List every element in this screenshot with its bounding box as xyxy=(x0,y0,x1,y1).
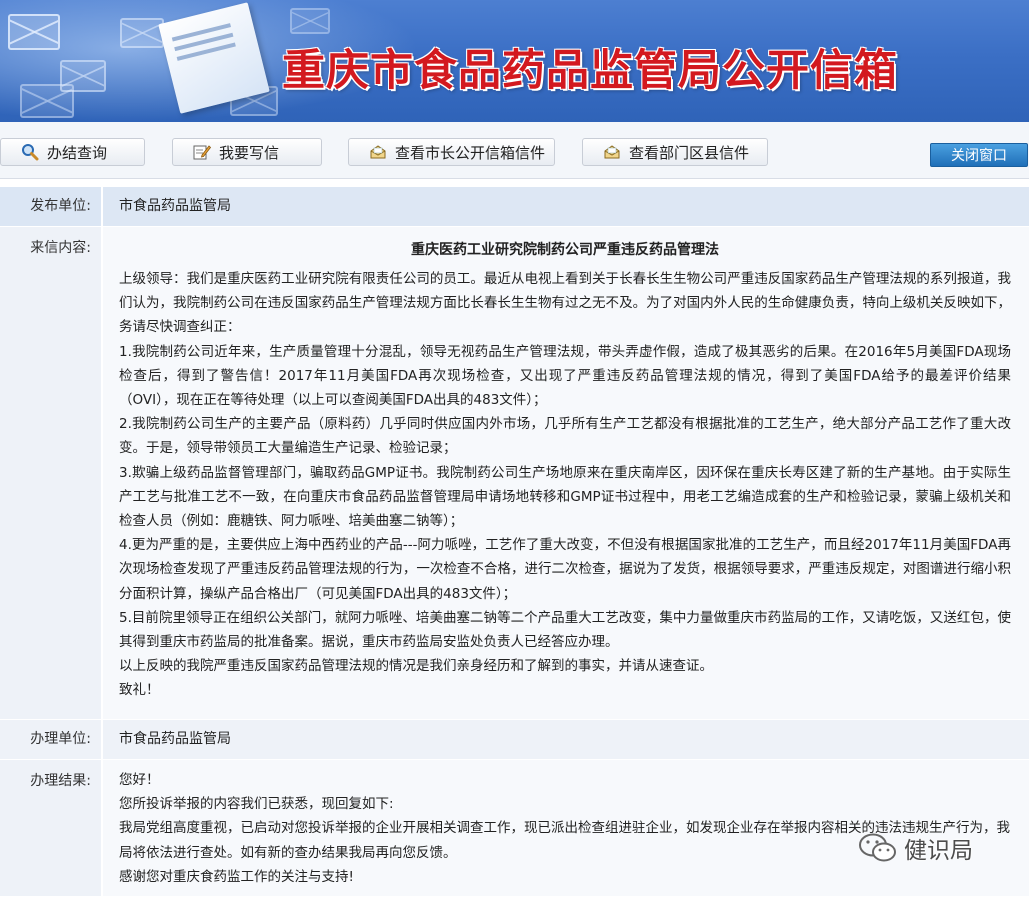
letter-paragraph: 3.欺骗上级药品监督管理部门，骗取药品GMP证书。我院制药公司生产场地原来在重庆… xyxy=(119,464,1011,530)
dept-letters-label: 查看部门区县信件 xyxy=(629,143,750,162)
edit-icon xyxy=(193,143,211,161)
result-label: 办理结果: xyxy=(0,760,103,896)
letter-content: 重庆医药工业研究院制药公司严重违反药品管理法 上级领导：我们是重庆医药工业研究院… xyxy=(103,227,1029,719)
search-icon xyxy=(21,143,39,161)
query-button[interactable]: 办结查询 xyxy=(0,138,145,166)
dept-letters-button[interactable]: 查看部门区县信件 xyxy=(582,138,768,166)
letter-row: 来信内容: 重庆医药工业研究院制药公司严重违反药品管理法 上级领导：我们是重庆医… xyxy=(0,227,1029,720)
letter-paragraph: 5.目前院里领导正在组织公关部门，就阿力哌唑、培美曲塞二钠等二个产品重大工艺改变… xyxy=(119,609,1011,651)
header-banner: 重庆市食品药品监管局公开信箱 xyxy=(0,0,1029,122)
mayor-mailbox-button[interactable]: 查看市长公开信箱信件 xyxy=(348,138,555,166)
wechat-icon xyxy=(858,832,898,864)
envelope-icon xyxy=(120,18,164,48)
office-value: 市食品药品监管局 xyxy=(103,720,1029,759)
letter-detail: 发布单位: 市食品药品监管局 来信内容: 重庆医药工业研究院制药公司严重违反药品… xyxy=(0,187,1029,897)
publisher-label: 发布单位: xyxy=(0,187,103,226)
mail-icon xyxy=(369,143,387,161)
office-row: 办理单位: 市食品药品监管局 xyxy=(0,720,1029,760)
write-letter-button[interactable]: 我要写信 xyxy=(172,138,322,166)
envelope-icon xyxy=(290,8,330,34)
result-line: 您好！ xyxy=(119,772,160,788)
close-window-button[interactable]: 关闭窗口 xyxy=(930,143,1028,167)
letter-paragraph: 4.更为严重的是，主要供应上海中西药业的产品---阿力哌唑，工艺作了重大改变，不… xyxy=(119,537,1011,602)
letter-paragraph: 上级领导：我们是重庆医药工业研究院有限责任公司的员工。最近从电视上看到关于长春长… xyxy=(119,271,1011,336)
watermark-text: 健识局 xyxy=(904,838,973,864)
envelope-icon xyxy=(8,14,60,50)
letter-title: 重庆医药工业研究院制药公司严重违反药品管理法 xyxy=(411,242,719,258)
query-button-label: 办结查询 xyxy=(47,143,108,162)
toolbar: 办结查询 我要写信 查看市长公开信箱信件 查看部门区县信件 xyxy=(0,122,1029,179)
mail-icon xyxy=(603,143,621,161)
write-letter-label: 我要写信 xyxy=(219,143,280,162)
letter-paragraph: 2.我院制药公司生产的主要产品（原料药）几乎同时供应国内外市场，几乎所有生产工艺… xyxy=(119,416,1011,457)
publisher-value: 市食品药品监管局 xyxy=(103,187,1029,226)
publisher-row: 发布单位: 市食品药品监管局 xyxy=(0,187,1029,227)
result-line: 感谢您对重庆食药监工作的关注与支持! xyxy=(119,868,354,885)
mayor-mailbox-label: 查看市长公开信箱信件 xyxy=(395,143,546,162)
letter-paragraph: 1.我院制药公司近年来，生产质量管理十分混乱，领导无视药品生产管理法规，带头弄虚… xyxy=(119,343,1011,409)
envelope-icon xyxy=(20,84,74,118)
watermark: 健识局 xyxy=(858,828,973,868)
page-title: 重庆市食品药品监管局公开信箱 xyxy=(282,46,898,96)
letter-paragraph: 以上反映的我院严重违反国家药品管理法规的情况是我们亲身经历和了解到的事实，并请从… xyxy=(119,658,713,675)
result-line: 您所投诉举报的内容我们已获悉，现回复如下: xyxy=(119,796,394,813)
letter-closing: 致礼！ xyxy=(119,682,160,699)
letter-label: 来信内容: xyxy=(0,227,103,719)
office-label: 办理单位: xyxy=(0,720,103,759)
